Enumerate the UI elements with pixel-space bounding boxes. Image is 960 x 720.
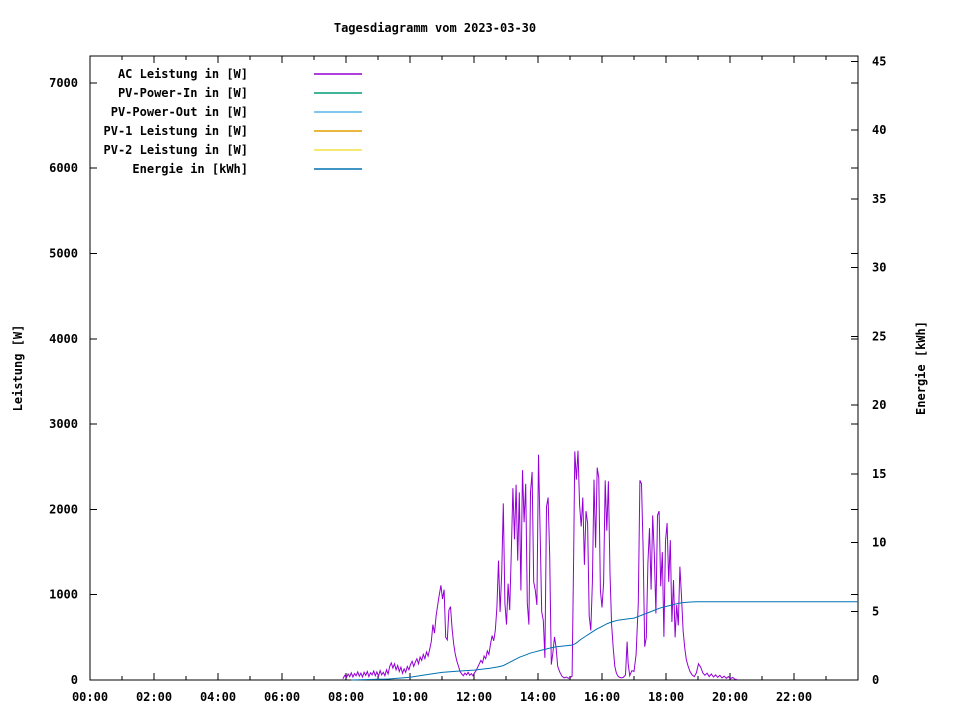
chart-title: Tagesdiagramm vom 2023-03-30 [334, 21, 536, 35]
plot-svg: Tagesdiagramm vom 2023-03-30 Leistung [W… [11, 21, 928, 704]
x-tick-label: 20:00 [712, 690, 748, 704]
y2-tick-label: 20 [872, 398, 886, 412]
series-lines [342, 450, 858, 681]
x-tick-label: 22:00 [776, 690, 812, 704]
y2-tick-label: 30 [872, 261, 886, 275]
x-tick-label: 06:00 [264, 690, 300, 704]
x-tick-label: 12:00 [456, 690, 492, 704]
y2-tick-label: 5 [872, 604, 879, 618]
x-tick-label: 04:00 [200, 690, 236, 704]
legend-label: PV-Power-Out in [W] [111, 105, 248, 119]
y2-tick-label: 0 [872, 673, 879, 687]
tagesdiagramm-chart: Tagesdiagramm vom 2023-03-30 Leistung [W… [0, 0, 960, 720]
x-tick-label: 08:00 [328, 690, 364, 704]
legend-label: PV-1 Leistung in [W] [104, 124, 249, 138]
y2-tick-label: 10 [872, 536, 886, 550]
x-tick-label: 02:00 [136, 690, 172, 704]
x-tick-label: 18:00 [648, 690, 684, 704]
series-line-energie-in-kwh- [351, 601, 858, 681]
y1-tick-label: 1000 [49, 588, 78, 602]
legend-label: Energie in [kWh] [132, 162, 248, 176]
y1-tick-label: 4000 [49, 332, 78, 346]
legend-label: PV-Power-In in [W] [118, 86, 248, 100]
y2-tick-label: 45 [872, 54, 886, 68]
y1-tick-label: 6000 [49, 161, 78, 175]
x-tick-label: 00:00 [72, 690, 108, 704]
x-tick-label: 10:00 [392, 690, 428, 704]
x-tick-label: 16:00 [584, 690, 620, 704]
y1-tick-label: 7000 [49, 76, 78, 90]
y1-tick-label: 0 [71, 673, 78, 687]
y2-tick-label: 25 [872, 329, 886, 343]
series-line-ac-leistung-in-w- [342, 450, 738, 681]
y2-tick-label: 35 [872, 192, 886, 206]
y2-axis-label: Energie [kWh] [914, 321, 928, 415]
y1-tick-label: 5000 [49, 247, 78, 261]
y-axis-label: Leistung [W] [11, 325, 25, 412]
y1-tick-label: 3000 [49, 417, 78, 431]
y2-tick-label: 40 [872, 123, 886, 137]
legend-label: AC Leistung in [W] [118, 67, 248, 81]
legend-label: PV-2 Leistung in [W] [104, 143, 249, 157]
x-tick-label: 14:00 [520, 690, 556, 704]
y2-tick-label: 15 [872, 467, 886, 481]
legend: AC Leistung in [W] PV-Power-In in [W] PV-P… [104, 67, 362, 176]
y1-tick-label: 2000 [49, 502, 78, 516]
